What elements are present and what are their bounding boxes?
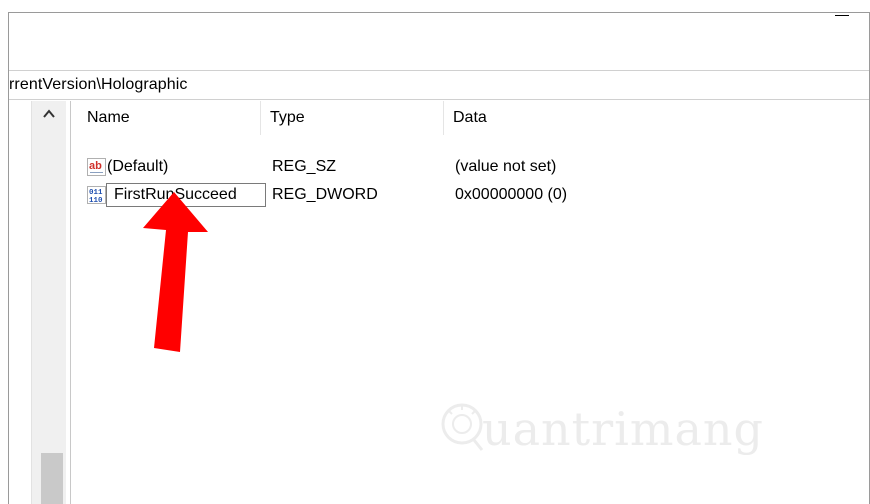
svg-text:110: 110: [89, 197, 103, 204]
column-header-name[interactable]: Name: [79, 101, 261, 135]
address-bar[interactable]: rrentVersion\Holographic: [9, 70, 869, 100]
list-row-default[interactable]: ab (Default) REG_SZ (value not set): [73, 153, 869, 181]
registry-editor-window: rrentVersion\Holographic Name Type Data: [8, 12, 870, 504]
values-list-pane[interactable]: Name Type Data ab (Default) REG_SZ (valu…: [73, 101, 869, 504]
svg-text:011: 011: [89, 189, 103, 197]
minimize-button[interactable]: [833, 13, 851, 21]
address-path: rrentVersion\Holographic: [9, 76, 188, 93]
value-data: 0x00000000 (0): [455, 186, 568, 203]
value-type: REG_DWORD: [272, 186, 378, 203]
pane-splitter[interactable]: [67, 101, 71, 504]
column-header-data[interactable]: Data: [445, 101, 825, 135]
list-header: Name Type Data: [73, 101, 869, 135]
scroll-thumb[interactable]: [41, 453, 63, 504]
tree-scrollbar[interactable]: [31, 101, 66, 504]
string-value-icon: ab: [87, 158, 106, 176]
column-header-type[interactable]: Type: [262, 101, 444, 135]
value-name: (Default): [107, 158, 169, 175]
value-type: REG_SZ: [272, 158, 337, 175]
scroll-up-arrow-icon[interactable]: [32, 101, 66, 127]
key-tree-pane[interactable]: [9, 101, 68, 504]
page: rrentVersion\Holographic Name Type Data: [0, 0, 870, 504]
value-data: (value not set): [455, 158, 557, 175]
rename-input[interactable]: FirstRunSucceed: [106, 183, 266, 207]
svg-text:ab: ab: [89, 160, 102, 172]
title-bar: [9, 13, 869, 69]
binary-value-icon: 011 110: [87, 186, 106, 205]
